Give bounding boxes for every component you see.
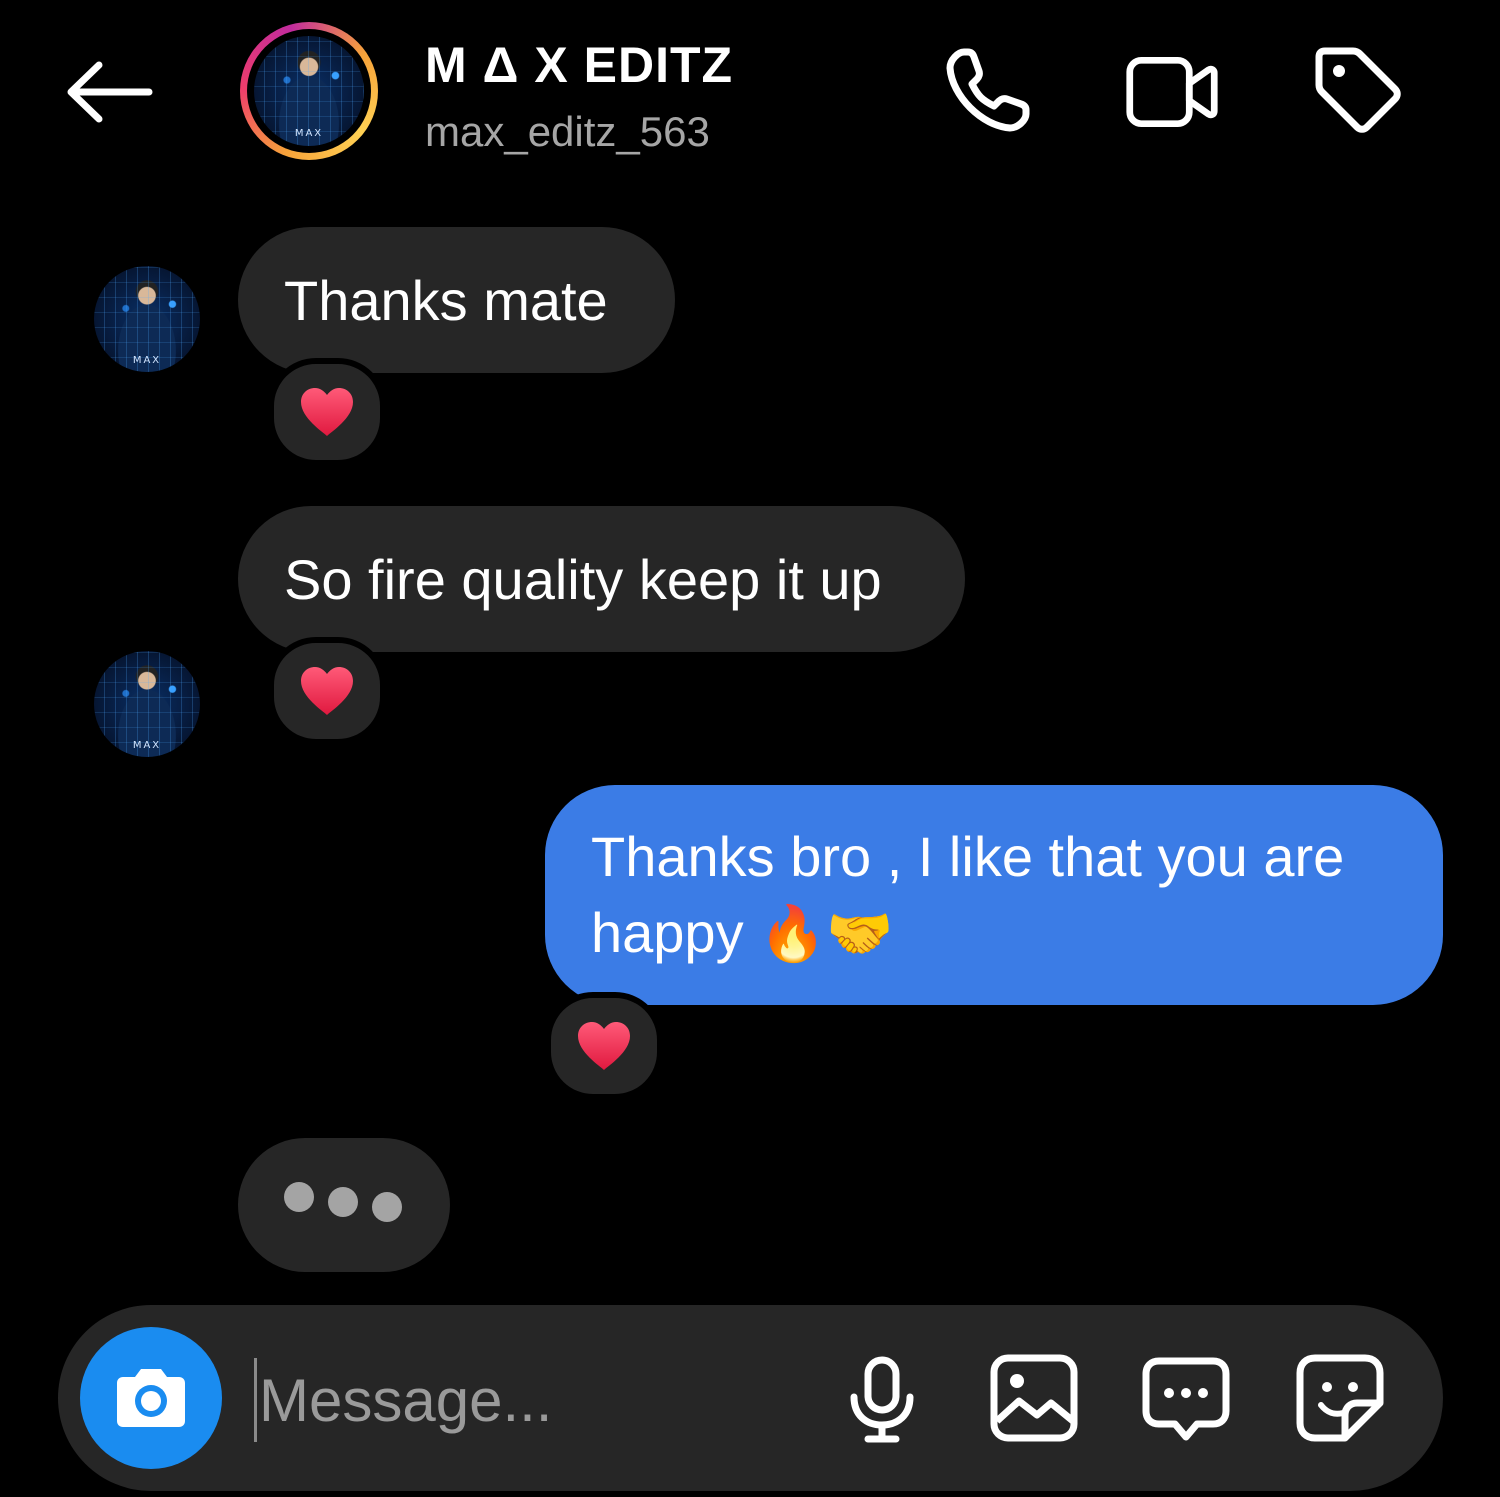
sticker-icon: [1296, 1354, 1384, 1442]
contact-display-name[interactable]: M Δ X EDITZ: [425, 36, 733, 94]
video-call-button[interactable]: [1124, 44, 1220, 140]
sender-avatar[interactable]: MAX: [94, 266, 200, 372]
message-text-line2: happy: [591, 901, 744, 964]
incoming-message[interactable]: So fire quality keep it up: [238, 506, 965, 652]
avatar-watermark: MAX: [132, 354, 162, 366]
image-icon: [990, 1354, 1078, 1442]
heart-icon: [578, 1022, 630, 1070]
tag-icon: [1315, 47, 1401, 133]
message-reaction[interactable]: [268, 358, 386, 466]
message-text-line1: Thanks bro , I like that you are: [591, 825, 1345, 888]
typing-dot: [284, 1182, 314, 1212]
microphone-icon: [850, 1356, 914, 1443]
typing-indicator: [238, 1138, 450, 1272]
message-reaction[interactable]: [545, 992, 663, 1100]
chat-options-button[interactable]: [1136, 1348, 1236, 1448]
message-text: Thanks mate: [284, 269, 608, 332]
profile-avatar[interactable]: MAX: [240, 22, 378, 160]
avatar-watermark: MAX: [132, 739, 162, 751]
typing-dot: [372, 1192, 402, 1222]
tag-button[interactable]: [1310, 42, 1406, 138]
back-button[interactable]: [58, 52, 158, 132]
contact-username[interactable]: max_editz_563: [425, 108, 710, 156]
message-text: So fire quality keep it up: [284, 548, 882, 611]
fire-handshake-emoji: 🔥🤝: [759, 902, 894, 965]
avatar-image: MAX: [254, 36, 364, 146]
gallery-button[interactable]: [984, 1348, 1084, 1448]
heart-icon: [301, 667, 353, 715]
voice-call-button[interactable]: [940, 42, 1036, 138]
message-reaction[interactable]: [268, 637, 386, 745]
voice-message-button[interactable]: [832, 1350, 932, 1450]
heart-icon: [301, 388, 353, 436]
outgoing-message[interactable]: Thanks bro , I like that you are happy 🔥…: [545, 785, 1443, 1005]
chat-bubble-icon: [1142, 1357, 1230, 1441]
arrow-left-icon: [67, 61, 153, 123]
camera-icon: [117, 1369, 185, 1427]
sticker-button[interactable]: [1290, 1348, 1390, 1448]
typing-dot: [328, 1187, 358, 1217]
message-input[interactable]: [254, 1358, 819, 1442]
avatar-watermark: MAX: [294, 128, 324, 140]
camera-button[interactable]: [80, 1327, 222, 1469]
sender-avatar[interactable]: MAX: [94, 651, 200, 757]
incoming-message[interactable]: Thanks mate: [238, 227, 675, 373]
phone-icon: [946, 48, 1030, 132]
video-camera-icon: [1126, 56, 1218, 128]
